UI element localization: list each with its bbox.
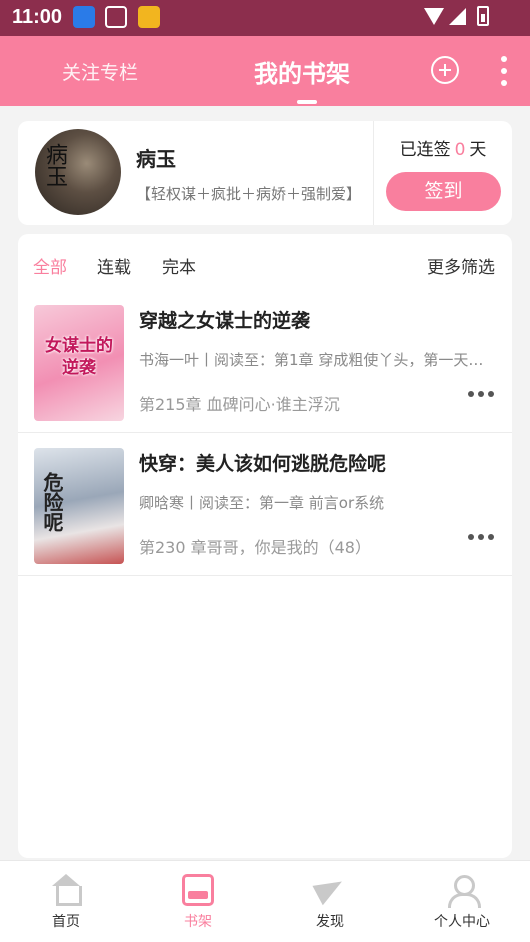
tab-discover-label: 发现: [316, 914, 344, 930]
book-cover-title: 危险呢: [40, 472, 64, 532]
tab-discover[interactable]: 发现: [264, 861, 396, 942]
filter-all[interactable]: 全部: [33, 253, 67, 278]
user-icon: [446, 874, 481, 908]
app-notification-icon: [73, 6, 95, 28]
user-signature: 【轻权谋＋疯批＋病娇＋强制爱】: [136, 185, 362, 203]
username[interactable]: 病玉: [136, 143, 176, 172]
streak-days: 0: [454, 140, 466, 160]
filter-serializing[interactable]: 连载: [97, 253, 131, 278]
avatar[interactable]: 病玉: [35, 129, 121, 215]
more-vertical-icon[interactable]: [494, 54, 514, 88]
tab-home-label: 首页: [52, 914, 80, 930]
checkin-streak: 已连签 0 天: [374, 135, 512, 160]
tab-bookshelf-label: 书架: [184, 914, 212, 930]
book-author-progress: 书海一叶丨阅读至：第1章 穿成粗使丫头，第一天就被…: [139, 351, 491, 369]
paper-plane-icon: [314, 874, 346, 906]
box-icon: [105, 6, 127, 28]
tab-bookshelf[interactable]: 书架: [132, 861, 264, 942]
active-tab-indicator: [297, 100, 317, 104]
more-horizontal-icon[interactable]: [468, 387, 496, 401]
book-cover[interactable]: 危险呢: [34, 448, 124, 564]
streak-prefix: 已连签: [399, 140, 451, 160]
more-horizontal-icon[interactable]: [468, 530, 496, 544]
tab-profile[interactable]: 个人中心: [396, 861, 528, 942]
plus-circle-icon[interactable]: [431, 56, 459, 84]
book-list-item[interactable]: 女谋士的逆袭 穿越之女谋士的逆袭 书海一叶丨阅读至：第1章 穿成粗使丫头，第一天…: [18, 291, 512, 433]
signal-icon: [449, 8, 466, 25]
avatar-calligraphy: 病玉: [42, 143, 67, 187]
home-icon: [50, 874, 82, 906]
tab-profile-label: 个人中心: [434, 914, 490, 930]
status-bar: 11:00: [0, 0, 530, 36]
battery-charging-icon: [477, 6, 489, 26]
checkin-button[interactable]: 签到: [386, 172, 501, 211]
tab-my-bookshelf[interactable]: 我的书架: [254, 54, 350, 89]
book-cover-title: 女谋士的逆袭: [45, 336, 113, 378]
game-app-icon: [138, 6, 160, 28]
bookshelf-icon: [182, 874, 214, 906]
more-filters-button[interactable]: 更多筛选: [427, 253, 495, 278]
book-author-progress: 卿晗寒丨阅读至：第一章 前言or系统: [139, 494, 385, 512]
book-title[interactable]: 穿越之女谋士的逆袭: [139, 306, 310, 333]
tab-follow-column[interactable]: 关注专栏: [62, 58, 138, 85]
tab-home[interactable]: 首页: [0, 861, 132, 942]
app-header: 关注专栏 我的书架: [0, 36, 530, 106]
streak-suffix: 天: [469, 140, 487, 160]
book-cover[interactable]: 女谋士的逆袭: [34, 305, 124, 421]
book-latest-chapter: 第215章 血碑问心·谁主浮沉: [139, 395, 340, 414]
profile-card: 病玉 病玉 【轻权谋＋疯批＋病娇＋强制爱】 已连签 0 天 签到: [18, 121, 512, 225]
bookshelf-card: 全部 连载 完本 更多筛选 女谋士的逆袭 穿越之女谋士的逆袭 书海一叶丨阅读至：…: [18, 234, 512, 858]
book-latest-chapter: 第230 章哥哥，你是我的（48）: [139, 538, 371, 557]
book-title[interactable]: 快穿：美人该如何逃脱危险呢: [139, 449, 386, 476]
status-time: 11:00: [12, 6, 63, 28]
book-list-item[interactable]: 危险呢 快穿：美人该如何逃脱危险呢 卿晗寒丨阅读至：第一章 前言or系统 第23…: [18, 434, 512, 576]
bottom-tab-bar: 首页 书架 发现 个人中心: [0, 860, 530, 942]
filter-finished[interactable]: 完本: [162, 253, 196, 278]
wifi-icon: [424, 8, 444, 25]
